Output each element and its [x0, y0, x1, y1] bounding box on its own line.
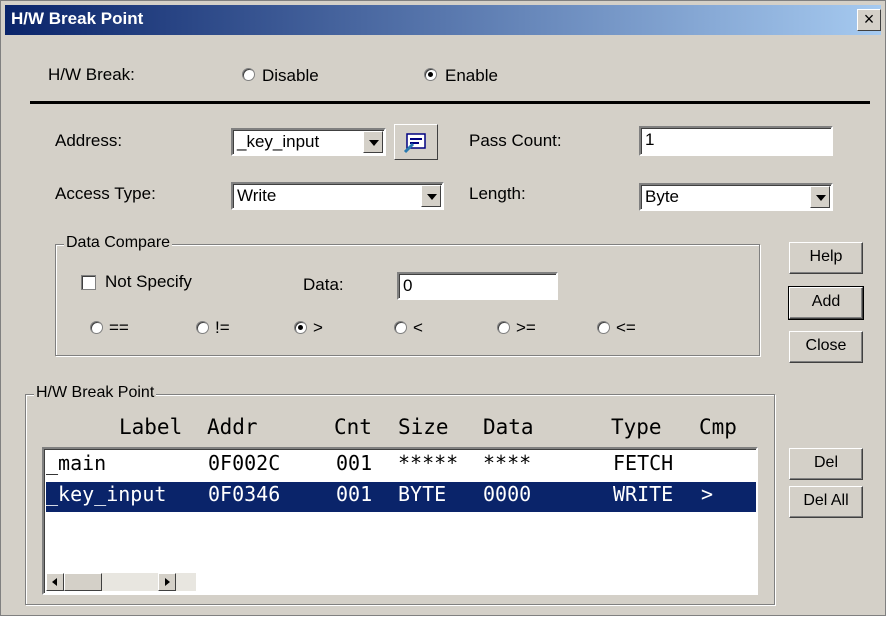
column-header-size[interactable]: Size — [398, 415, 449, 439]
not-specify-checkbox[interactable] — [81, 275, 96, 290]
arrow-right-icon — [165, 578, 170, 586]
cell-type: WRITE — [613, 482, 674, 506]
compare-ne-label[interactable]: != — [215, 318, 230, 338]
cell-data: 0000 — [483, 482, 532, 506]
break-point-list-header: Label Addr Cnt Size Data Type Cmp — [1, 415, 890, 445]
access-type-dropdown-button[interactable] — [421, 185, 441, 207]
compare-le-label[interactable]: <= — [616, 318, 636, 338]
pass-count-label: Pass Count: — [469, 131, 562, 150]
compare-ne-radio[interactable] — [196, 321, 209, 334]
compare-eq-radio[interactable] — [90, 321, 103, 334]
address-label: Address: — [55, 131, 123, 150]
column-header-cmp[interactable]: Cmp — [699, 415, 737, 439]
cell-cnt: 001 — [336, 482, 373, 506]
compare-ge-label[interactable]: >= — [516, 318, 536, 338]
column-header-label[interactable]: Label — [119, 415, 182, 439]
window-title: H/W Break Point — [11, 9, 144, 28]
add-button[interactable]: Add — [788, 286, 864, 320]
cell-type: FETCH — [613, 451, 674, 475]
address-combo[interactable]: _key_input — [231, 128, 386, 156]
length-select[interactable]: Byte — [639, 183, 833, 211]
separator-line — [30, 101, 870, 104]
enable-radio-label[interactable]: Enable — [445, 66, 498, 86]
access-type-label: Access Type: — [55, 184, 156, 203]
compare-ge-radio[interactable] — [497, 321, 510, 334]
not-specify-label[interactable]: Not Specify — [105, 272, 192, 292]
cell-data: **** — [483, 451, 532, 475]
table-row-selected[interactable]: _key_input 0F0346 001 BYTE 0000 WRITE > — [46, 482, 756, 512]
close-button[interactable]: Close — [789, 331, 863, 363]
length-dropdown-button[interactable] — [810, 186, 830, 208]
compare-le-radio[interactable] — [597, 321, 610, 334]
scroll-right-button[interactable] — [158, 573, 176, 591]
access-type-value: Write — [237, 186, 277, 205]
close-icon: × — [863, 9, 875, 29]
disable-radio-label[interactable]: Disable — [262, 66, 319, 86]
address-value: _key_input — [237, 132, 320, 151]
column-header-addr[interactable]: Addr — [207, 415, 258, 439]
break-point-list-title: H/W Break Point — [34, 384, 157, 402]
data-input[interactable]: 0 — [397, 272, 558, 300]
browse-icon — [403, 133, 426, 154]
title-bar: H/W Break Point × — [5, 5, 881, 35]
cell-size: BYTE — [398, 482, 447, 506]
data-label: Data: — [303, 275, 344, 294]
scroll-left-button[interactable] — [46, 573, 64, 591]
cell-label: _main — [46, 451, 107, 475]
column-header-data[interactable]: Data — [483, 415, 534, 439]
column-header-cnt[interactable]: Cnt — [334, 415, 372, 439]
length-value: Byte — [645, 187, 680, 206]
enable-radio[interactable] — [424, 68, 437, 81]
disable-radio[interactable] — [242, 68, 255, 81]
help-button[interactable]: Help — [789, 242, 863, 274]
compare-lt-radio[interactable] — [394, 321, 407, 334]
compare-eq-label[interactable]: == — [109, 318, 129, 338]
hw-break-label: H/W Break: — [48, 65, 135, 84]
data-compare-group: Data Compare — [55, 234, 760, 356]
close-window-button[interactable]: × — [857, 9, 881, 31]
address-dropdown-button[interactable] — [363, 131, 383, 153]
access-type-select[interactable]: Write — [231, 182, 444, 210]
pass-count-value: 1 — [645, 130, 655, 149]
compare-lt-label[interactable]: < — [413, 318, 423, 338]
data-compare-title: Data Compare — [64, 234, 173, 252]
compare-gt-radio[interactable] — [294, 321, 307, 334]
scroll-thumb[interactable] — [64, 573, 102, 591]
column-header-type[interactable]: Type — [611, 415, 662, 439]
browse-button[interactable] — [394, 124, 438, 160]
cell-cmp: > — [701, 482, 714, 506]
del-button[interactable]: Del — [789, 448, 863, 480]
table-row[interactable]: _main 0F002C 001 ***** **** FETCH — [46, 451, 756, 481]
cell-size: ***** — [398, 451, 459, 475]
hw-break-point-dialog: H/W Break Point × H/W Break: Disable Ena… — [0, 0, 886, 616]
cell-addr: 0F0346 — [208, 482, 281, 506]
data-value: 0 — [403, 276, 413, 295]
compare-gt-label[interactable]: > — [313, 318, 323, 338]
pass-count-input[interactable]: 1 — [639, 126, 833, 156]
length-label: Length: — [469, 184, 526, 203]
break-point-list[interactable]: _main 0F002C 001 ***** **** FETCH _key_i… — [42, 447, 758, 595]
cell-cnt: 001 — [336, 451, 373, 475]
del-all-button[interactable]: Del All — [789, 486, 863, 518]
arrow-left-icon — [52, 578, 57, 586]
horizontal-scrollbar[interactable] — [46, 573, 196, 591]
cell-addr: 0F002C — [208, 451, 281, 475]
cell-label: _key_input — [46, 482, 167, 506]
